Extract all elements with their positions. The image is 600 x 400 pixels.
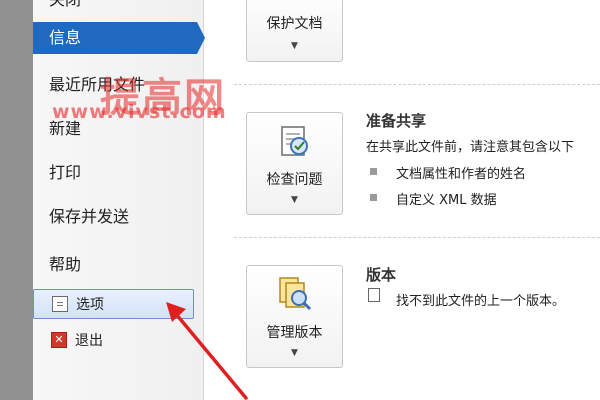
annotation-arrow (166, 302, 248, 400)
